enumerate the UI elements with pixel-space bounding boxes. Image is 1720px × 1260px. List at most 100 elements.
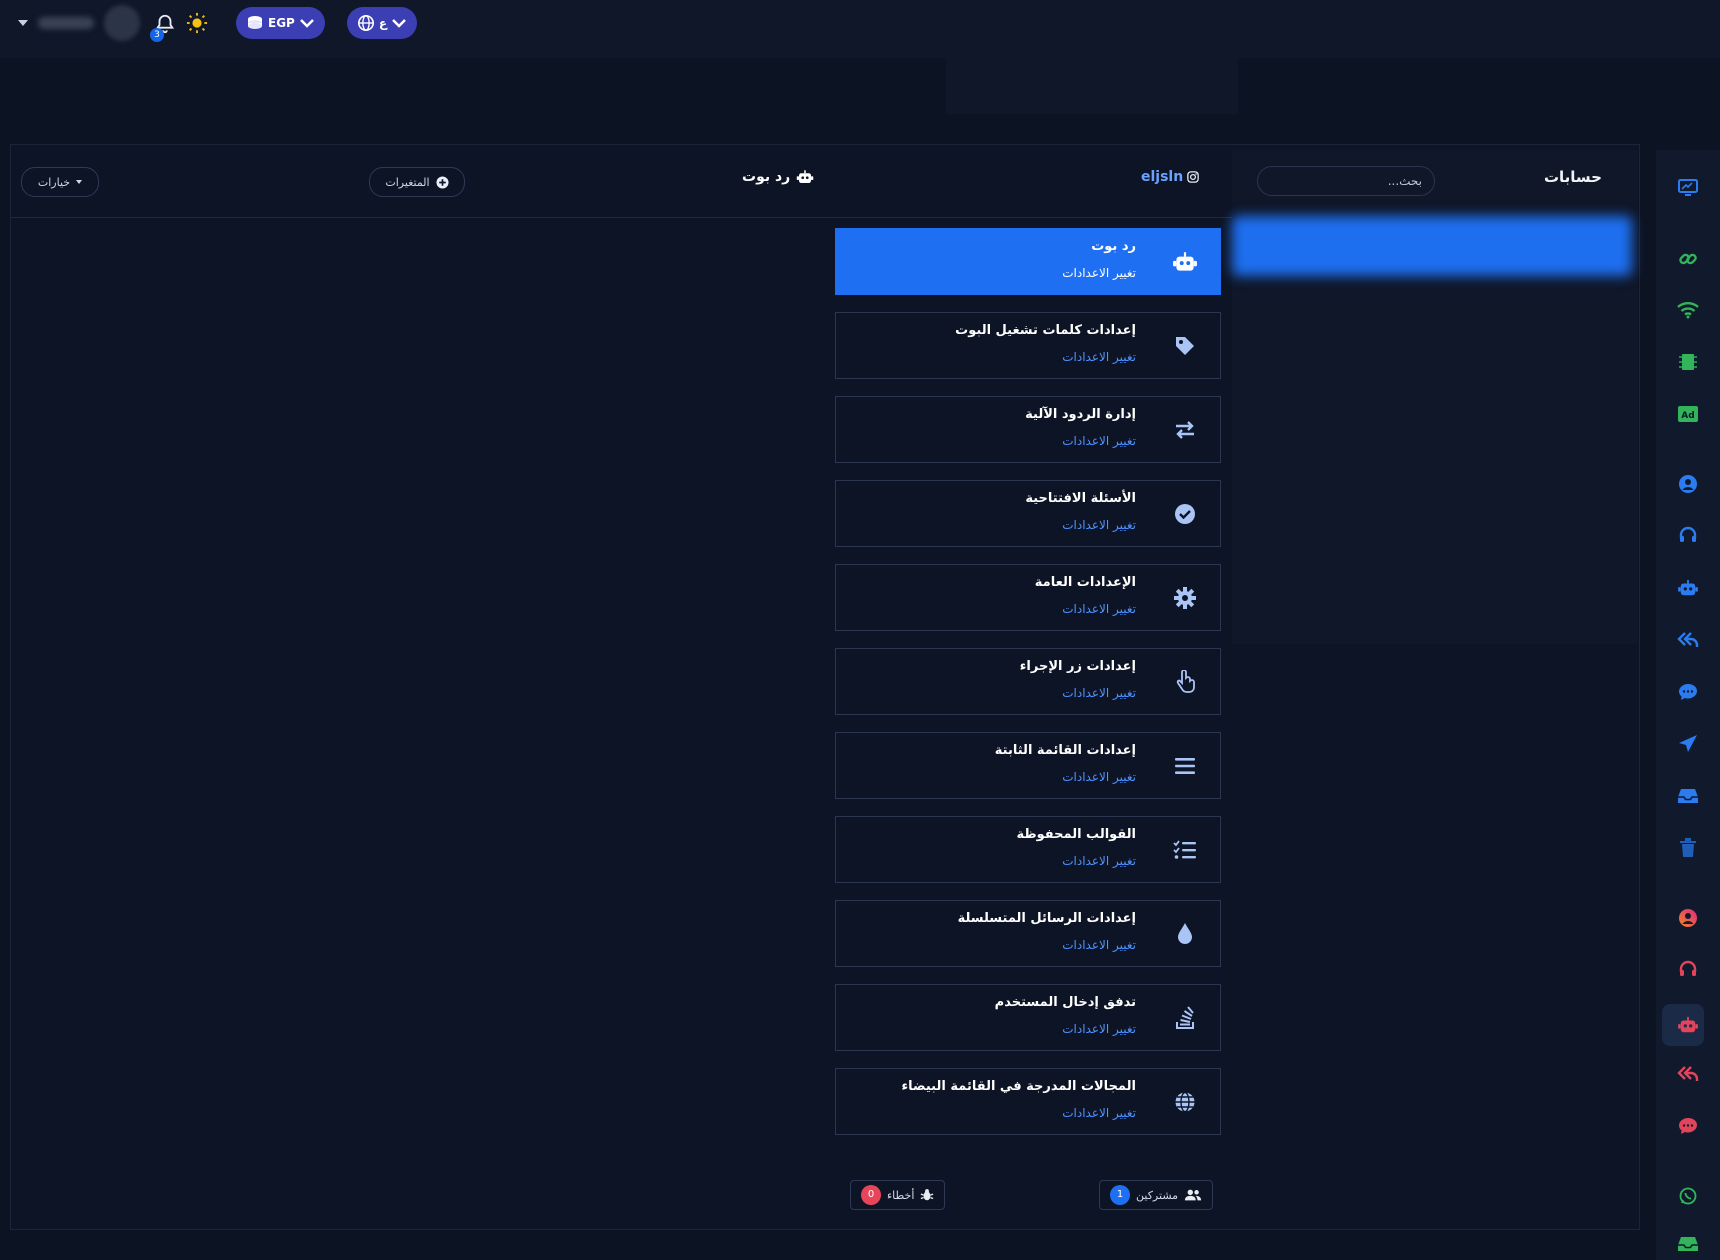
nav-item-whatsapp-inbox[interactable] (1676, 1232, 1700, 1256)
nav-item-messenger-bot[interactable] (1676, 576, 1700, 600)
user-menu-caret-icon[interactable] (18, 20, 28, 26)
card-title: الإعدادات العامة (1034, 575, 1136, 590)
card-change-settings-link[interactable]: تغيير الاعدادات (1062, 602, 1136, 616)
language-label: ع (378, 16, 388, 30)
card-change-settings-link[interactable]: تغيير الاعدادات (1062, 518, 1136, 532)
instagram-icon (1187, 171, 1199, 183)
stack-flow-icon (1172, 1005, 1198, 1031)
nav-item-messenger-inbox[interactable] (1676, 784, 1700, 808)
user-name-blurred[interactable] (38, 17, 94, 29)
coins-icon (248, 16, 262, 29)
nav-item-link[interactable] (1676, 247, 1700, 271)
card-title: إعدادات كلمات تشغيل البوت (955, 323, 1136, 338)
nav-item-instagram-support[interactable] (1676, 958, 1700, 982)
nav-item-instagram-reply-all[interactable] (1676, 1062, 1700, 1086)
checklist-icon (1172, 837, 1198, 863)
chat-bubble-icon (1679, 684, 1697, 700)
nav-item-chip[interactable] (1676, 350, 1700, 374)
reply-all-icon (1677, 1066, 1699, 1081)
settings-card-whitelisted-domains[interactable]: المجالات المدرجة في القائمة البيضاء تغيي… (835, 1068, 1221, 1135)
nav-item-messenger-chat[interactable] (1676, 680, 1700, 704)
subscribers-label: مشتركين (1136, 1188, 1179, 1202)
menu-bars-icon (1172, 753, 1198, 779)
robot-icon (1678, 1016, 1698, 1033)
settings-card-bot-reply[interactable]: رد بوت تغيير الاعدادات (835, 228, 1221, 295)
check-circle-icon (1172, 501, 1198, 527)
whatsapp-icon (1679, 1187, 1697, 1205)
options-label: خيارات (37, 175, 71, 189)
chevron-down-icon (392, 19, 406, 28)
panel-title: رد بوت (742, 169, 814, 185)
card-change-settings-link[interactable]: تغيير الاعدادات (1062, 1022, 1136, 1036)
selected-account[interactable]: eljsln (1141, 169, 1199, 185)
nav-item-instagram-chat[interactable] (1676, 1114, 1700, 1138)
settings-card-action-button[interactable]: إعدادات زر الإجراء تغيير الاعدادات (835, 648, 1221, 715)
panel-title-text: رد بوت (742, 169, 791, 185)
settings-card-user-input-flow[interactable]: تدفق إدخال المستخدم تغيير الاعدادات (835, 984, 1221, 1051)
nav-item-ads[interactable]: Ad (1676, 402, 1700, 426)
bug-icon (921, 1189, 934, 1201)
robot-icon (1678, 579, 1698, 596)
card-change-settings-link[interactable]: تغيير الاعدادات (1062, 1106, 1136, 1120)
currency-selector[interactable]: EGP (236, 7, 325, 39)
errors-count-badge: 0 (861, 1185, 881, 1205)
nav-item-messenger-support[interactable] (1676, 524, 1700, 548)
subscribers-button[interactable]: 1 مشتركين (1099, 1180, 1214, 1210)
accounts-title: حسابات (1543, 168, 1602, 186)
platform-nav-rail: Ad (1656, 150, 1720, 1260)
selected-account-row[interactable] (1232, 216, 1632, 276)
language-selector[interactable]: ع (346, 7, 418, 39)
settings-card-sequence-messages[interactable]: إعدادات الرسائل المتسلسلة تغيير الاعدادا… (835, 900, 1221, 967)
variables-button[interactable]: المتغيرات (369, 167, 465, 197)
subscribers-count-badge: 1 (1110, 1185, 1130, 1205)
pointer-hand-icon (1172, 669, 1198, 695)
card-title: إعدادات زر الإجراء (1019, 659, 1136, 674)
top-bar-controls: 3 EGP ع (18, 4, 418, 42)
users-icon (1184, 1189, 1202, 1201)
variables-label: المتغيرات (385, 175, 430, 189)
errors-button[interactable]: 0 أخطاء (850, 1180, 946, 1210)
settings-card-persistent-menu[interactable]: إعدادات القائمة الثابتة تغيير الاعدادات (835, 732, 1221, 799)
card-change-settings-link[interactable]: تغيير الاعدادات (1062, 770, 1136, 784)
nav-item-messenger-trash[interactable] (1676, 836, 1700, 860)
settings-card-saved-templates[interactable]: القوالب المحفوظة تغيير الاعدادات (835, 816, 1221, 883)
settings-card-auto-replies[interactable]: إدارة الردود الآلية تغيير الاعدادات (835, 396, 1221, 463)
nav-item-whatsapp[interactable] (1676, 1184, 1700, 1208)
account-name: eljsln (1141, 169, 1184, 185)
wifi-icon (1677, 302, 1699, 319)
user-circle-icon (1679, 475, 1697, 493)
card-title: الأسئلة الافتتاحية (1025, 491, 1136, 506)
card-change-settings-link[interactable]: تغيير الاعدادات (1062, 854, 1136, 868)
card-change-settings-link[interactable]: تغيير الاعدادات (1062, 434, 1136, 448)
gear-icon (1172, 585, 1198, 611)
chip-icon (1679, 354, 1697, 370)
nav-item-messenger-reply-all[interactable] (1676, 628, 1700, 652)
exchange-icon (1172, 417, 1198, 443)
inbox-icon (1678, 1237, 1698, 1251)
card-change-settings-link[interactable]: تغيير الاعدادات (1062, 350, 1136, 364)
errors-label: أخطاء (887, 1188, 915, 1202)
sun-icon[interactable] (186, 12, 208, 34)
settings-card-trigger-keywords[interactable]: إعدادات كلمات تشغيل البوت تغيير الاعدادا… (835, 312, 1221, 379)
options-dropdown-button[interactable]: خيارات (21, 167, 99, 197)
paper-plane-icon (1679, 735, 1697, 752)
notifications-button[interactable]: 3 (150, 8, 176, 42)
nav-item-messenger-profile[interactable] (1676, 472, 1700, 496)
settings-card-general[interactable]: الإعدادات العامة تغيير الاعدادات (835, 564, 1221, 631)
avatar[interactable] (104, 5, 140, 41)
accounts-search-input[interactable] (1257, 166, 1435, 196)
nav-item-instagram-bot[interactable] (1676, 1013, 1700, 1037)
nav-item-messenger-broadcast[interactable] (1676, 732, 1700, 756)
header-overlay-panel (946, 0, 1238, 114)
card-title: القوالب المحفوظة (1016, 827, 1136, 842)
settings-card-ice-breakers[interactable]: الأسئلة الافتتاحية تغيير الاعدادات (835, 480, 1221, 547)
card-title: المجالات المدرجة في القائمة البيضاء (901, 1079, 1136, 1094)
card-change-settings-link[interactable]: تغيير الاعدادات (1062, 266, 1136, 280)
nav-item-instagram-profile[interactable] (1676, 906, 1700, 930)
chat-bubble-icon (1679, 1118, 1697, 1134)
monitor-share-icon (1678, 179, 1698, 196)
nav-item-wifi[interactable] (1676, 298, 1700, 322)
card-change-settings-link[interactable]: تغيير الاعدادات (1062, 938, 1136, 952)
nav-item-screen[interactable] (1676, 176, 1700, 200)
card-change-settings-link[interactable]: تغيير الاعدادات (1062, 686, 1136, 700)
